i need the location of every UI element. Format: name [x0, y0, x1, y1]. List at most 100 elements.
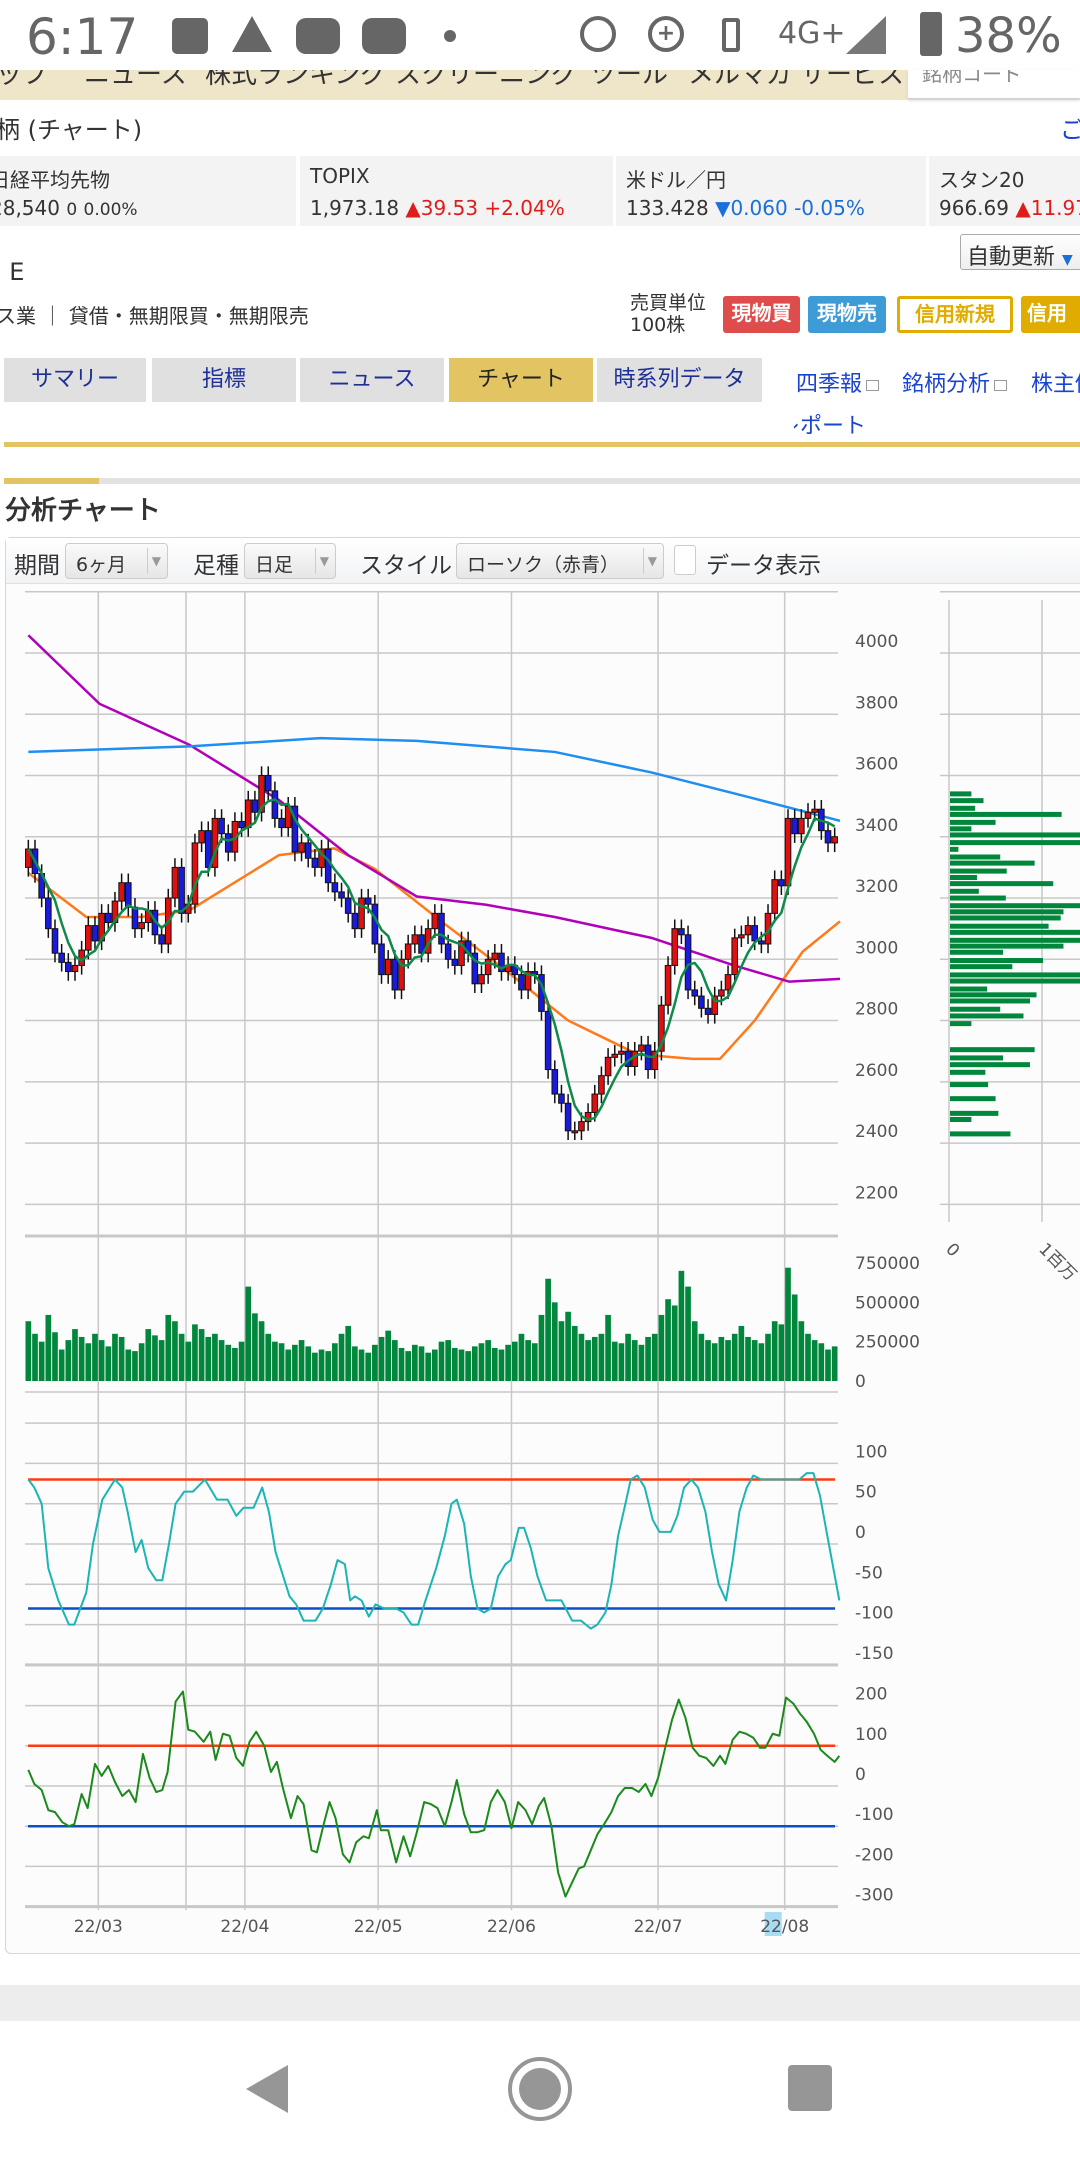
volume-profile-bar — [950, 986, 988, 992]
volume-bar — [292, 1344, 298, 1381]
candle-body — [684, 934, 692, 991]
volume-profile-bar — [950, 840, 1080, 846]
home-icon[interactable] — [508, 2057, 572, 2121]
price-tick-label: 3200 — [855, 877, 898, 897]
candle-body — [338, 891, 345, 899]
volume-profile-bar — [950, 1116, 972, 1122]
volume-bar — [325, 1351, 332, 1381]
candle-body — [178, 866, 185, 914]
volume-bar — [525, 1340, 531, 1381]
volume-bar — [445, 1340, 451, 1381]
recents-icon[interactable] — [788, 2065, 832, 2111]
candle-body — [638, 1044, 645, 1052]
candle-body — [238, 820, 245, 829]
back-icon[interactable] — [246, 2065, 288, 2113]
volume-bar — [631, 1340, 638, 1381]
candle-body — [371, 903, 379, 945]
candle-body — [744, 925, 752, 936]
volume-bar — [78, 1336, 85, 1381]
volume-profile-bar — [950, 846, 959, 852]
candle-body — [784, 817, 792, 887]
price-tick-label: 3800 — [855, 693, 898, 713]
volume-profile-bar — [950, 923, 1049, 929]
volume-bar — [225, 1344, 232, 1381]
oscillator2-tick-label: -200 — [855, 1845, 894, 1865]
price-tick-label: 2200 — [855, 1183, 898, 1203]
volume-bar — [398, 1347, 405, 1381]
profile-axis-label: 0 — [941, 1239, 963, 1261]
candle-body — [45, 897, 52, 930]
candle-body — [451, 958, 459, 966]
candle-body — [724, 974, 732, 991]
candle-body — [558, 1093, 565, 1104]
volume-bar — [465, 1351, 471, 1381]
volume-bar — [38, 1341, 45, 1381]
volume-bar — [638, 1344, 645, 1381]
volume-bar — [272, 1341, 278, 1381]
candle-body — [698, 995, 705, 1009]
volume-tick-label: 750000 — [855, 1254, 920, 1274]
volume-bar — [138, 1343, 145, 1381]
analysis-chart[interactable]: 4000 3800 3600 3400 3200 3000 2800 2600 2400 2200… — [0, 0, 1080, 2160]
volume-bar — [278, 1343, 285, 1381]
volume-profile-bar — [950, 1013, 1024, 1019]
volume-bar — [392, 1340, 398, 1381]
volume-bar — [591, 1336, 598, 1381]
volume-bar — [645, 1336, 651, 1381]
candle-body — [551, 1069, 559, 1095]
chart-panel — [25, 1668, 838, 1907]
x-tick-label: 22/04 — [220, 1917, 269, 1937]
candle-body — [124, 882, 132, 908]
candle-body — [544, 1010, 552, 1071]
candle-body — [798, 817, 805, 835]
volume-bar — [105, 1346, 112, 1381]
volume-bar — [798, 1321, 805, 1381]
volume-profile-bar — [950, 895, 1006, 901]
candle-body — [364, 897, 372, 905]
candle-body — [304, 842, 312, 859]
candle-body — [51, 928, 59, 954]
x-tick-label: 22/06 — [487, 1917, 536, 1937]
candle — [544, 1002, 552, 1079]
candle-body — [171, 866, 179, 899]
candle-body — [358, 897, 365, 930]
candle-body — [598, 1075, 605, 1095]
candle-body — [251, 799, 259, 813]
volume-bar — [505, 1344, 511, 1381]
candle-body — [604, 1056, 612, 1077]
volume-bar — [145, 1329, 152, 1381]
volume-bar — [671, 1305, 678, 1381]
volume-bar — [478, 1343, 485, 1381]
volume-bar — [72, 1329, 78, 1381]
candle-body — [324, 848, 332, 884]
candle-body — [704, 1007, 712, 1015]
volume-bar — [731, 1333, 738, 1381]
volume-bar — [805, 1333, 811, 1381]
volume-bar — [378, 1336, 385, 1381]
candle-body — [131, 906, 139, 930]
volume-bar — [685, 1286, 691, 1381]
candle — [371, 894, 379, 954]
oscillator2-tick-label: -300 — [855, 1886, 894, 1906]
volume-bar — [818, 1343, 825, 1381]
candle-body — [118, 882, 125, 902]
volume-bar — [238, 1341, 245, 1381]
candle-body — [158, 934, 165, 945]
oscillator2-tick-label: -100 — [855, 1805, 894, 1825]
candle-body — [278, 817, 285, 829]
volume-bar — [438, 1341, 445, 1381]
volume-bar — [605, 1314, 611, 1381]
volume-profile-panel — [940, 592, 1080, 1237]
x-tick-label: 22/08 — [760, 1917, 809, 1937]
volume-bar — [365, 1352, 372, 1381]
volume-bar — [92, 1333, 98, 1381]
x-tick-label: 22/07 — [634, 1917, 683, 1937]
volume-bar — [58, 1349, 65, 1381]
volume-bar — [305, 1346, 312, 1381]
volume-profile-bar — [950, 998, 1030, 1004]
volume-bar — [778, 1324, 785, 1381]
volume-bar — [332, 1343, 338, 1381]
volume-profile-bar — [950, 943, 1064, 949]
candle — [291, 796, 299, 862]
volume-tick-label: 500000 — [855, 1293, 920, 1313]
